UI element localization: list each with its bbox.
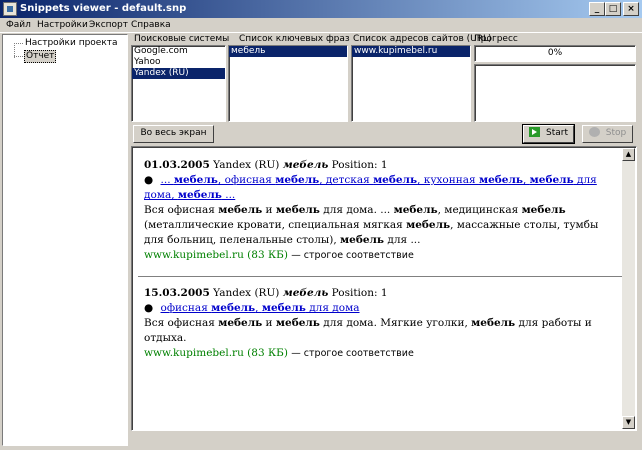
tree-item-report[interactable]: Отчет [24,50,57,63]
entry-site[interactable]: www.kupimebel.ru (83 КБ) [144,347,288,359]
entry-divider [138,276,626,277]
menu-bar: Файл Настройки Экспорт Справка [0,18,642,33]
entry-source: www.kupimebel.ru (83 КБ) — строгое соотв… [144,346,620,361]
project-tree[interactable]: Настройки проекта Отчет [2,34,128,446]
entry-site[interactable]: www.kupimebel.ru (83 КБ) [144,249,288,261]
fullscreen-button-label: Во весь экран [140,128,207,138]
list-item[interactable]: www.kupimebel.ru [352,46,470,57]
entry-text: Вся офисная мебель и мебель для дома. Мя… [144,317,592,344]
entry-position: Position: 1 [331,287,388,299]
menu-help[interactable]: Справка [131,19,171,32]
entry-snippet: ● офисная мебель, мебель для дома [144,301,620,316]
progress-text: 0% [547,48,563,58]
report-content: 01.03.2005 Yandex (RU) мебель Position: … [138,158,626,361]
list-item[interactable]: Yahoo [132,57,225,68]
stop-icon [588,127,600,137]
app-icon [3,2,17,16]
arrow-down-icon[interactable]: ▼ [622,416,635,429]
entry-text: Вся офисная мебель и мебель для дома. ..… [144,204,599,246]
list-item[interactable]: Yandex (RU) [132,68,225,79]
entry-source: www.kupimebel.ru (83 КБ) — строгое соотв… [144,248,620,263]
report-entry: 15.03.2005 Yandex (RU) мебель Position: … [144,286,620,361]
keywords-label: Список ключевых фраз [239,34,350,44]
tree-connector [14,56,23,57]
entry-date: 15.03.2005 [144,287,210,299]
start-button[interactable]: Start [522,124,575,144]
progress-bar: 0% [474,45,636,62]
arrow-up-icon[interactable]: ▲ [622,148,635,161]
bullet-icon: ● [144,174,154,186]
report-view[interactable]: 01.03.2005 Yandex (RU) мебель Position: … [131,146,637,431]
search-engines-list[interactable]: Google.com Yahoo Yandex (RU) [131,45,226,122]
report-entry: 01.03.2005 Yandex (RU) мебель Position: … [144,158,620,263]
report-scrollbar[interactable]: ▲ ▼ [622,148,635,429]
urls-list[interactable]: www.kupimebel.ru [351,45,471,122]
entry-snippet: ● ... мебель, офисная мебель, детская ме… [144,173,620,203]
stop-button[interactable]: Stop [582,125,633,143]
bullet-icon: ● [144,302,154,314]
start-icon [529,127,540,137]
fullscreen-button[interactable]: Во весь экран [133,125,214,143]
menu-file[interactable]: Файл [6,19,31,32]
start-button-label: Start [546,128,568,138]
entry-match: — строгое соответствие [291,250,414,261]
tree-connector [14,43,23,44]
list-item[interactable]: Google.com [132,46,225,57]
tree-item-project-settings[interactable]: Настройки проекта [24,38,119,49]
title-bar: Snippets viewer - default.snp [0,0,642,18]
urls-label: Список адресов сайтов (URL) [353,34,492,44]
minimize-button[interactable]: _ [589,2,605,16]
progress-label: Прогресс [474,34,518,44]
menu-settings[interactable]: Настройки [37,19,88,32]
status-box [474,64,636,122]
entry-keyword: мебель [282,287,329,299]
keywords-list[interactable]: мебель [228,45,348,122]
menu-export[interactable]: Экспорт [89,19,128,32]
window-title: Snippets viewer - default.snp [20,3,187,14]
frame-divider [0,32,642,33]
entry-header: 15.03.2005 Yandex (RU) мебель Position: … [144,286,620,301]
snippet-link[interactable]: ... мебель, офисная мебель, детская мебе… [144,174,597,201]
entry-header: 01.03.2005 Yandex (RU) мебель Position: … [144,158,620,173]
list-item[interactable]: мебель [229,46,347,57]
entry-engine: Yandex (RU) [213,287,283,299]
entry-keyword: мебель [282,159,329,171]
entry-date: 01.03.2005 [144,159,210,171]
entry-match: — строгое соответствие [291,348,414,359]
maximize-button[interactable]: □ [605,2,621,16]
snippet-link[interactable]: офисная мебель, мебель для дома [161,302,360,314]
entry-engine: Yandex (RU) [213,159,283,171]
entry-position: Position: 1 [331,159,388,171]
stop-button-label: Stop [605,128,627,138]
close-button[interactable]: × [623,2,639,16]
search-engines-label: Поисковые системы [134,34,230,44]
